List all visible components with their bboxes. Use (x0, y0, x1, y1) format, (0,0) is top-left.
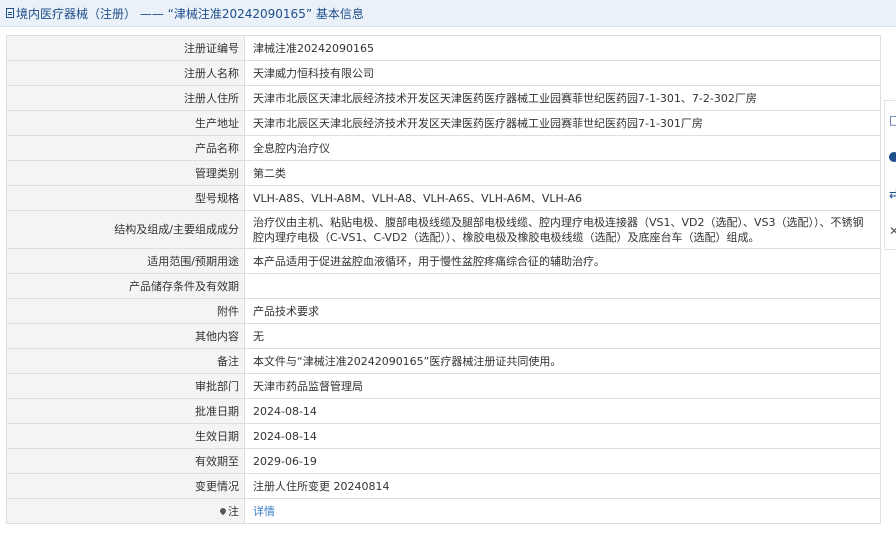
table-row: 备注 本文件与“津械注准20242090165”医疗器械注册证共同使用。 (6, 348, 881, 374)
table-row: 变更情况 注册人住所变更 20240814 (6, 473, 881, 499)
table-row: 附件 产品技术要求 (6, 298, 881, 324)
label-production-address: 生产地址 (6, 110, 245, 136)
table-row: 生效日期 2024-08-14 (6, 423, 881, 449)
label-effective-date: 生效日期 (6, 423, 245, 449)
label-attachment: 附件 (6, 298, 245, 324)
table-row: 审批部门 天津市药品监督管理局 (6, 373, 881, 399)
label-approval-date: 批准日期 (6, 398, 245, 424)
label-model-spec: 型号规格 (6, 185, 245, 211)
table-row: 注册人住所 天津市北辰区天津北辰经济技术开发区天津医药医疗器械工业园赛菲世纪医药… (6, 85, 881, 111)
label-registration-number: 注册证编号 (6, 35, 245, 61)
label-remarks: 备注 (6, 348, 245, 374)
value-management-class: 第二类 (244, 160, 881, 186)
value-note: 详情 (244, 498, 881, 524)
value-storage-validity (244, 273, 881, 299)
table-row: 生产地址 天津市北辰区天津北辰经济技术开发区天津医药医疗器械工业园赛菲世纪医药园… (6, 110, 881, 136)
table-row: 其他内容 无 (6, 323, 881, 349)
toolbar-close-icon[interactable]: ✕ (889, 225, 896, 237)
value-change-info: 注册人住所变更 20240814 (244, 473, 881, 499)
value-intended-use: 本产品适用于促进盆腔血液循环，用于慢性盆腔疼痛综合征的辅助治疗。 (244, 248, 881, 274)
toolbar-circle-icon[interactable] (889, 152, 896, 164)
value-structure-composition: 治疗仪由主机、粘贴电极、腹部电极线缆及腿部电极线缆、腔内理疗电极连接器（VS1、… (244, 210, 881, 249)
value-approval-date: 2024-08-14 (244, 398, 881, 424)
label-valid-until: 有效期至 (6, 448, 245, 474)
table-row: 管理类别 第二类 (6, 160, 881, 186)
value-registration-number: 津械注准20242090165 (244, 35, 881, 61)
table-row: 注 详情 (6, 498, 881, 524)
table-row: 结构及组成/主要组成成分 治疗仪由主机、粘贴电极、腹部电极线缆及腿部电极线缆、腔… (6, 210, 881, 249)
label-registrant-address: 注册人住所 (6, 85, 245, 111)
label-management-class: 管理类别 (6, 160, 245, 186)
value-registrant-address: 天津市北辰区天津北辰经济技术开发区天津医药医疗器械工业园赛菲世纪医药园7-1-3… (244, 85, 881, 111)
value-remarks: 本文件与“津械注准20242090165”医疗器械注册证共同使用。 (244, 348, 881, 374)
value-other-content: 无 (244, 323, 881, 349)
label-note: 注 (6, 498, 245, 524)
label-change-info: 变更情况 (6, 473, 245, 499)
table-row: 注册人名称 天津威力恒科技有限公司 (6, 60, 881, 86)
pin-icon (218, 506, 228, 515)
side-toolbar: □ ⇄ ✕ (884, 100, 896, 250)
table-row: 产品储存条件及有效期 (6, 273, 881, 299)
document-icon (6, 8, 14, 18)
label-storage-validity: 产品储存条件及有效期 (6, 273, 245, 299)
note-label-text: 注 (228, 504, 239, 518)
value-attachment: 产品技术要求 (244, 298, 881, 324)
label-approval-department: 审批部门 (6, 373, 245, 399)
label-other-content: 其他内容 (6, 323, 245, 349)
label-product-name: 产品名称 (6, 135, 245, 161)
value-production-address: 天津市北辰区天津北辰经济技术开发区天津医药医疗器械工业园赛菲世纪医药园7-1-3… (244, 110, 881, 136)
toolbar-square-icon[interactable]: □ (889, 114, 896, 126)
details-link[interactable]: 详情 (253, 505, 275, 518)
label-intended-use: 适用范围/预期用途 (6, 248, 245, 274)
value-approval-department: 天津市药品监督管理局 (244, 373, 881, 399)
value-registrant-name: 天津威力恒科技有限公司 (244, 60, 881, 86)
label-registrant-name: 注册人名称 (6, 60, 245, 86)
info-table: 注册证编号 津械注准20242090165 注册人名称 天津威力恒科技有限公司 … (6, 35, 881, 524)
table-row: 批准日期 2024-08-14 (6, 398, 881, 424)
table-row: 适用范围/预期用途 本产品适用于促进盆腔血液循环，用于慢性盆腔疼痛综合征的辅助治… (6, 248, 881, 274)
table-row: 产品名称 全息腔内治疗仪 (6, 135, 881, 161)
table-row: 型号规格 VLH-A8S、VLH-A8M、VLH-A8、VLH-A6S、VLH-… (6, 185, 881, 211)
value-model-spec: VLH-A8S、VLH-A8M、VLH-A8、VLH-A6S、VLH-A6M、V… (244, 185, 881, 211)
value-effective-date: 2024-08-14 (244, 423, 881, 449)
toolbar-share-icon[interactable]: ⇄ (889, 188, 896, 200)
page-title: 境内医疗器械（注册） —— “津械注准20242090165” 基本信息 (16, 6, 364, 21)
value-valid-until: 2029-06-19 (244, 448, 881, 474)
value-product-name: 全息腔内治疗仪 (244, 135, 881, 161)
table-row: 有效期至 2029-06-19 (6, 448, 881, 474)
table-row: 注册证编号 津械注准20242090165 (6, 35, 881, 61)
page-header: 境内医疗器械（注册） —— “津械注准20242090165” 基本信息 (0, 0, 896, 27)
label-structure-composition: 结构及组成/主要组成成分 (6, 210, 245, 249)
